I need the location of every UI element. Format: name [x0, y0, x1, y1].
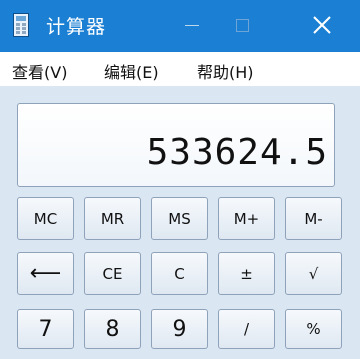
window-title: 计算器 [46, 16, 107, 38]
maximize-icon [235, 18, 249, 32]
memory-store-button[interactable]: MS [151, 197, 208, 240]
digit-8-button[interactable]: 8 [84, 309, 141, 349]
memory-subtract-button[interactable]: M- [285, 197, 342, 240]
close-button[interactable] [297, 0, 347, 50]
digit-7-button[interactable]: 7 [17, 309, 74, 349]
minimize-icon [185, 24, 199, 26]
clear-entry-button[interactable]: CE [84, 252, 141, 295]
backspace-button[interactable]: ⟵ [17, 252, 74, 295]
menu-bar: 查看(V) 编辑(E) 帮助(H) [0, 52, 360, 86]
memory-add-button[interactable]: M+ [218, 197, 275, 240]
memory-recall-button[interactable]: MR [84, 197, 141, 240]
divide-button[interactable]: / [218, 309, 275, 349]
menu-edit[interactable]: 编辑(E) [104, 59, 159, 83]
menu-help[interactable]: 帮助(H) [197, 59, 254, 83]
digit-9-button[interactable]: 9 [151, 309, 208, 349]
negate-button[interactable]: ± [218, 252, 275, 295]
close-icon [313, 16, 331, 34]
title-bar: 计算器 [0, 0, 360, 52]
display-value: 533624.5 [146, 132, 328, 173]
memory-clear-button[interactable]: MC [17, 197, 74, 240]
menu-view[interactable]: 查看(V) [12, 59, 67, 83]
calculator-icon [13, 13, 29, 37]
minimize-button[interactable] [167, 0, 217, 50]
maximize-button[interactable] [217, 0, 267, 50]
result-display: 533624.5 [17, 103, 335, 187]
clear-button[interactable]: C [151, 252, 208, 295]
square-root-button[interactable]: √ [285, 252, 342, 295]
percent-button[interactable]: % [285, 309, 342, 349]
